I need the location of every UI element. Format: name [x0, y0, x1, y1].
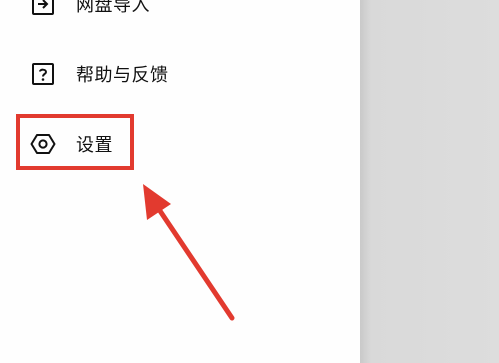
help-icon	[30, 61, 56, 87]
menu-item-label: 网盘导入	[76, 0, 150, 16]
menu-item-help-feedback[interactable]: 帮助与反馈	[30, 54, 169, 94]
dimmed-overlay[interactable]	[360, 0, 499, 363]
menu-item-netdisk-import[interactable]: 网盘导入	[30, 0, 150, 24]
menu-item-label: 帮助与反馈	[76, 65, 169, 86]
highlight-box	[16, 114, 134, 170]
side-menu: 网盘导入 帮助与反馈 设置	[0, 0, 360, 363]
import-icon	[30, 0, 56, 17]
